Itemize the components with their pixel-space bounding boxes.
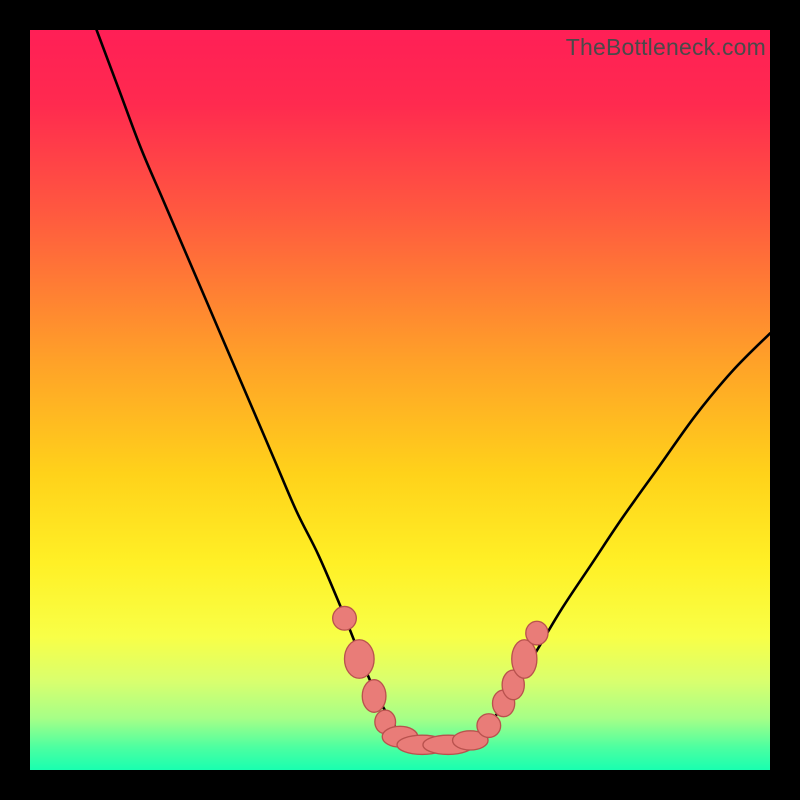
watermark-text: TheBottleneck.com bbox=[566, 34, 766, 61]
curve-markers bbox=[333, 606, 548, 754]
bottleneck-curve-layer bbox=[30, 30, 770, 770]
curve-marker bbox=[526, 621, 548, 645]
curve-marker bbox=[362, 680, 386, 713]
bottleneck-curve bbox=[97, 30, 770, 748]
chart-frame bbox=[30, 30, 770, 770]
curve-marker bbox=[345, 640, 375, 678]
curve-marker bbox=[512, 640, 537, 678]
curve-marker bbox=[333, 606, 357, 630]
curve-marker bbox=[477, 714, 501, 738]
